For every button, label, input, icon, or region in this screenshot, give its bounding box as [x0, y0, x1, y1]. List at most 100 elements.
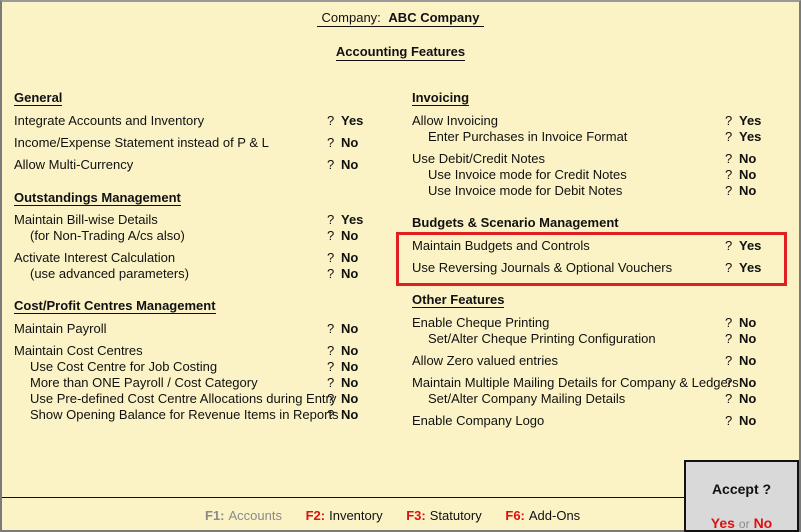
option-label: Enable Company Logo [412, 413, 545, 428]
company-header: Company: ABC Company [0, 10, 801, 27]
option-label: Set/Alter Company Mailing Details [428, 391, 626, 406]
question-mark: ? [725, 315, 733, 330]
question-mark: ? [327, 266, 335, 281]
option-value[interactable]: No [341, 321, 358, 337]
question-mark: ? [725, 167, 733, 182]
f3-statutory-button[interactable]: F3: Statutory [406, 508, 482, 523]
function-key: F2: [305, 508, 326, 523]
question-mark: ? [725, 413, 733, 428]
option-label: Enter Purchases in Invoice Format [428, 129, 628, 144]
function-key: F6: [505, 508, 525, 523]
question-mark: ? [327, 391, 335, 406]
function-key-bar: F1: Accounts F2: Inventory F3: Statutory F6… [205, 508, 600, 523]
option-label: Maintain Cost Centres [14, 343, 143, 358]
option-value[interactable]: No [739, 151, 756, 167]
option-label: More than ONE Payroll / Cost Category [30, 375, 258, 390]
question-mark: ? [725, 331, 733, 346]
option-label: Use Invoice mode for Credit Notes [428, 167, 627, 182]
option-value[interactable]: No [739, 315, 756, 331]
accept-dialog: Accept ? Yes or No [684, 460, 799, 532]
option-label: Enable Cheque Printing [412, 315, 550, 330]
option-value[interactable]: No [341, 266, 358, 282]
option-label: (use advanced parameters) [30, 266, 189, 281]
question-mark: ? [327, 135, 335, 150]
option-value[interactable]: No [739, 413, 756, 429]
option-value[interactable]: No [341, 157, 358, 173]
question-mark: ? [327, 113, 335, 128]
option-value[interactable]: No [739, 167, 756, 183]
section-other-features-title: Other Features [412, 292, 505, 308]
question-mark: ? [725, 391, 733, 406]
option-value[interactable]: No [739, 353, 756, 369]
option-label: Allow Invoicing [412, 113, 498, 128]
option-label: Maintain Multiple Mailing Details for Co… [412, 375, 739, 390]
option-label: Maintain Payroll [14, 321, 107, 336]
question-mark: ? [725, 113, 733, 128]
function-key-label: Statutory [429, 508, 482, 523]
function-key: F3: [406, 508, 426, 523]
question-mark: ? [725, 151, 733, 166]
company-name: ABC Company [388, 10, 480, 25]
accept-options: Yes or No [686, 515, 797, 531]
section-invoicing-title: Invoicing [412, 90, 470, 106]
question-mark: ? [725, 183, 733, 198]
f1-accounts-button[interactable]: F1: Accounts [205, 508, 282, 523]
question-mark: ? [725, 129, 733, 144]
option-label: Maintain Bill-wise Details [14, 212, 158, 227]
option-label: Activate Interest Calculation [14, 250, 176, 265]
question-mark: ? [327, 212, 335, 227]
option-value[interactable]: No [341, 343, 358, 359]
option-value[interactable]: No [341, 228, 358, 244]
question-mark: ? [327, 321, 335, 336]
page-title-text: Accounting Features [335, 44, 466, 61]
question-mark: ? [327, 228, 335, 243]
option-label: (for Non-Trading A/cs also) [30, 228, 185, 243]
option-value[interactable]: Yes [739, 129, 761, 145]
question-mark: ? [327, 359, 335, 374]
option-label: Income/Expense Statement instead of P & … [14, 135, 269, 150]
option-value[interactable]: No [739, 183, 756, 199]
option-value[interactable]: No [341, 135, 358, 151]
option-label: Integrate Accounts and Inventory [14, 113, 205, 128]
question-mark: ? [327, 157, 335, 172]
highlight-box [396, 232, 787, 286]
option-label: Set/Alter Cheque Printing Configuration [428, 331, 656, 346]
option-label: Use Invoice mode for Debit Notes [428, 183, 623, 198]
option-value[interactable]: No [739, 331, 756, 347]
option-value[interactable]: No [739, 391, 756, 407]
option-value[interactable]: No [341, 250, 358, 266]
option-label: Allow Multi-Currency [14, 157, 134, 172]
function-key-label: Accounts [228, 508, 282, 523]
option-value[interactable]: No [341, 359, 358, 375]
option-label: Allow Zero valued entries [412, 353, 558, 368]
option-value[interactable]: Yes [341, 113, 363, 129]
question-mark: ? [327, 343, 335, 358]
accept-no-button[interactable]: No [754, 515, 773, 531]
question-mark: ? [725, 375, 733, 390]
option-label: Show Opening Balance for Revenue Items i… [30, 407, 339, 422]
option-value[interactable]: No [341, 375, 358, 391]
option-value[interactable]: No [739, 375, 756, 391]
f2-inventory-button[interactable]: F2: Inventory [306, 508, 383, 523]
option-value[interactable]: No [341, 407, 358, 423]
accept-title: Accept ? [711, 481, 772, 497]
section-outstandings-title: Outstandings Management [14, 190, 181, 206]
f6-add-ons-button[interactable]: F6: Add-Ons [505, 508, 580, 523]
function-key-label: Add-Ons [528, 508, 581, 523]
question-mark: ? [725, 353, 733, 368]
question-mark: ? [327, 250, 335, 265]
accept-yes-button[interactable]: Yes [711, 515, 735, 531]
function-key: F1: [205, 508, 225, 523]
section-general-title: General [14, 90, 63, 106]
section-cost-centres-title: Cost/Profit Centres Management [14, 298, 216, 314]
option-label: Use Debit/Credit Notes [412, 151, 545, 166]
option-value[interactable]: Yes [739, 113, 761, 129]
option-label: Use Cost Centre for Job Costing [30, 359, 218, 374]
question-mark: ? [327, 407, 335, 422]
option-value[interactable]: No [341, 391, 358, 407]
function-key-label: Inventory [329, 508, 383, 523]
question-mark: ? [327, 375, 335, 390]
accept-or-text: or [738, 517, 750, 531]
option-value[interactable]: Yes [341, 212, 363, 228]
page-title: Accounting Features [0, 44, 801, 61]
